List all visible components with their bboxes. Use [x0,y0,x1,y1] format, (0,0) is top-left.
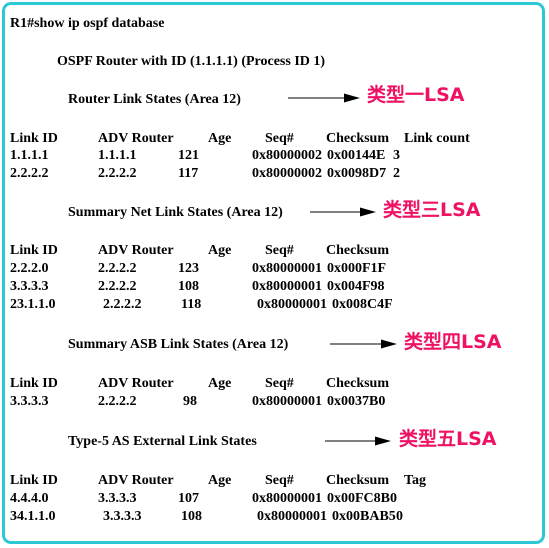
table-row: 107 [178,491,199,506]
table-row: 1.1.1.1 [10,148,49,163]
col-header-checksum: Checksum [326,473,390,488]
table-row: 4.4.4.0 [10,491,49,506]
col-header-seq: Seq# [265,473,294,488]
section-title-type5-as-external-link-states: Type-5 AS External Link States [68,434,257,449]
table-row: 0x80000001 [257,509,327,524]
annotation-type-1-lsa: 类型一LSA [367,84,465,106]
table-row: 0 [396,509,403,524]
col-header-link-count: Link count [404,131,470,146]
table-row: 0x80000001 [252,279,322,294]
arrow-icon-4 [325,434,391,448]
table-row: 121 [178,148,199,163]
table-row: 0x80000001 [252,394,322,409]
table-row: 0x80000001 [252,261,322,276]
col-header-link-id: Link ID [10,473,58,488]
col-header-seq: Seq# [265,131,294,146]
terminal-output: R1#show ip ospf database OSPF Router wit… [0,0,549,548]
annotation-type-5-lsa: 类型五LSA [399,428,497,450]
col-header-link-id: Link ID [10,376,58,391]
table-row: 3.3.3.3 [10,394,49,409]
table-row: 2.2.2.2 [103,297,142,312]
table-row: 0x00BAB5 [332,509,396,524]
col-header-link-id: Link ID [10,243,58,258]
table-row: 0x80000002 [252,166,322,181]
section-title-summary-net-link-states: Summary Net Link States (Area 12) [68,205,283,220]
table-row: 118 [181,297,202,312]
col-header-adv-router: ADV Router [98,131,174,146]
col-header-adv-router: ADV Router [98,473,174,488]
table-row: 2 [393,166,400,181]
table-row: 0 [390,491,397,506]
table-row: 2.2.2.2 [98,166,137,181]
section-title-router-link-states: Router Link States (Area 12) [68,92,241,107]
col-header-adv-router: ADV Router [98,376,174,391]
table-row: 0x0098D7 [327,166,387,181]
table-row: 34.1.1.0 [10,509,56,524]
table-row: 0x004F98 [327,279,385,294]
table-row: 0x000F1F [327,261,387,276]
table-row: 0x80000002 [252,148,322,163]
table-row: 0x00FC8B [327,491,390,506]
arrow-icon-3 [330,337,397,351]
section-title-summary-asb-link-states: Summary ASB Link States (Area 12) [68,337,289,352]
col-header-link-id: Link ID [10,131,58,146]
col-header-age: Age [208,243,232,258]
table-row: 0x80000001 [252,491,322,506]
table-row: 108 [178,279,199,294]
arrow-icon-1 [288,91,360,105]
table-row: 3.3.3.3 [98,491,137,506]
col-header-age: Age [208,473,232,488]
table-row: 3.3.3.3 [10,279,49,294]
table-row: 108 [181,509,202,524]
table-row: 1.1.1.1 [98,148,137,163]
table-row: 23.1.1.0 [10,297,56,312]
annotation-type-3-lsa: 类型三LSA [383,199,481,221]
screenshot-root: R1#show ip ospf database OSPF Router wit… [0,0,549,548]
col-header-checksum: Checksum [326,376,390,391]
table-row: 123 [178,261,199,276]
table-row: 3.3.3.3 [103,509,142,524]
command-prompt-line: R1#show ip ospf database [10,16,165,31]
table-row: 2.2.2.0 [10,261,49,276]
arrow-icon-2 [310,205,376,219]
table-row: 3 [393,148,400,163]
col-header-checksum: Checksum [326,243,390,258]
table-row: 0x80000001 [257,297,327,312]
ospf-router-header: OSPF Router with ID (1.1.1.1) (Process I… [57,54,326,69]
col-header-age: Age [208,131,232,146]
col-header-age: Age [208,376,232,391]
table-row: 2.2.2.2 [98,279,137,294]
table-row: 2.2.2.2 [10,166,49,181]
table-row: 2.2.2.2 [98,261,137,276]
col-header-checksum: Checksum [326,131,390,146]
col-header-adv-router: ADV Router [98,243,174,258]
col-header-seq: Seq# [265,376,294,391]
table-row: 98 [183,394,197,409]
col-header-seq: Seq# [265,243,294,258]
col-header-tag: Tag [404,473,427,488]
annotation-type-4-lsa: 类型四LSA [404,331,502,353]
table-row: 2.2.2.2 [98,394,137,409]
table-row: 0x0037B0 [327,394,386,409]
table-row: 0x008C4F [332,297,393,312]
table-row: 117 [178,166,199,181]
table-row: 0x00144E [327,148,386,163]
